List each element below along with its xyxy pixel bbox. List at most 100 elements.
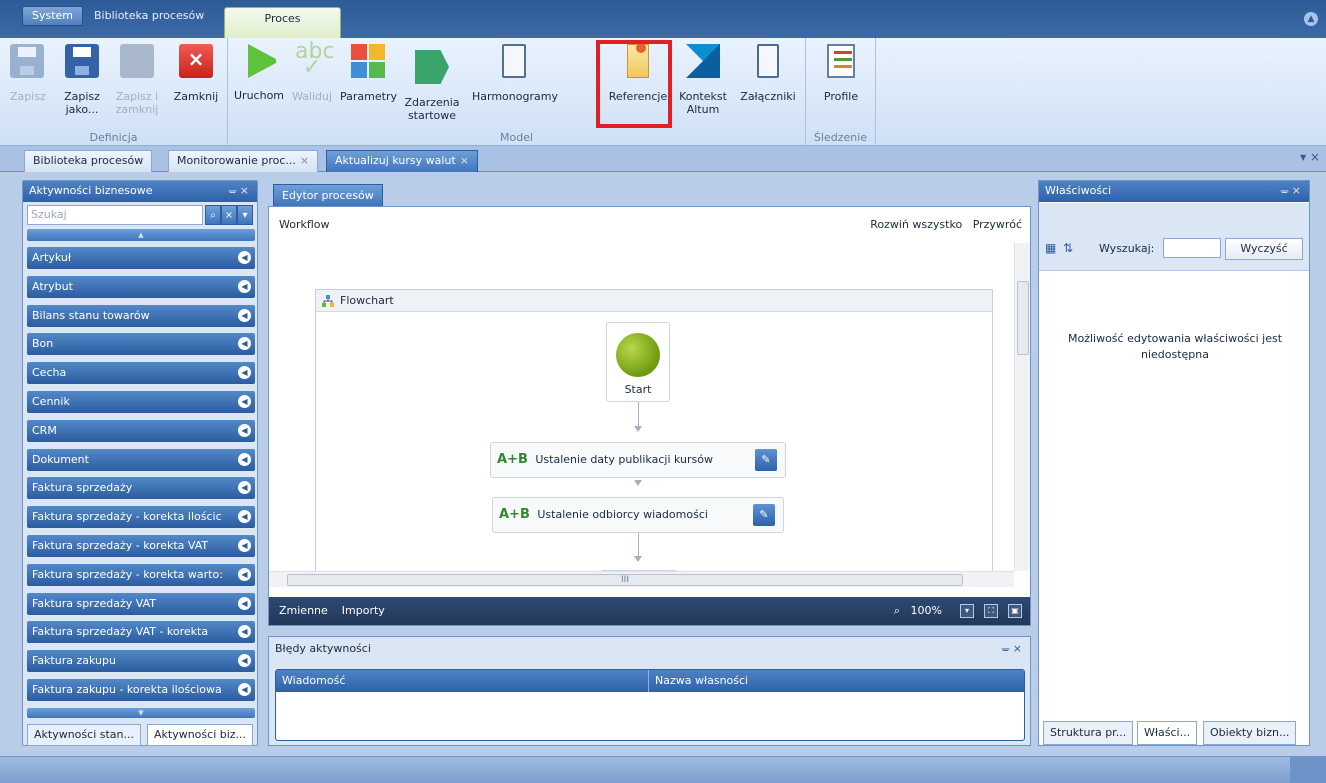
category-item[interactable]: Faktura zakupu ◀ [27,650,255,673]
attachments-button[interactable]: Załączniki [736,44,800,103]
save-close-icon [120,44,154,78]
category-item[interactable]: Cennik ◀ [27,391,255,413]
expand-arrow-icon[interactable]: ◀ [238,279,251,293]
expand-arrow-icon[interactable]: ◀ [238,567,251,581]
run-button[interactable]: Uruchom [234,44,284,102]
save-button[interactable]: Zapisz [10,44,46,103]
save-and-close-button[interactable]: Zapisz i zamknij [112,44,162,116]
expand-arrow-icon[interactable]: ◀ [238,251,251,264]
expand-arrow-icon[interactable]: ◀ [238,510,251,524]
close-tab-icon[interactable]: × [460,154,469,167]
category-item[interactable]: Faktura sprzedaży VAT - korekta ◀ [27,621,255,644]
tab-structure[interactable]: Struktura pr... [1043,721,1134,745]
category-item[interactable]: Atrybut ◀ [27,275,255,298]
pin-close-icon[interactable]: ᚚ × [1281,181,1301,201]
menu-process-tab[interactable]: Proces [224,7,341,38]
activity-node[interactable]: A+B Ustalenie odbiorcy wiadomości ✎ [492,497,784,533]
ribbon-group-model: Uruchom abc ✓ Waliduj Parametry Zdarzenia… [228,38,806,146]
category-item[interactable]: CRM ◀ [27,419,255,442]
category-item[interactable]: Bilans stanu towarów ◀ [27,304,255,327]
menu-library-tab[interactable]: Biblioteka procesów [86,7,212,27]
expand-arrow-icon[interactable]: ◀ [238,337,251,351]
category-item[interactable]: Faktura sprzedaży - korekta warto: ◀ [27,563,255,586]
category-item[interactable]: Faktura sprzedaży ◀ [27,477,255,500]
parameters-button[interactable]: Parametry [340,44,397,103]
tab-business-activities[interactable]: Aktywności biz... [147,724,254,746]
activity-node[interactable]: A+B Ustalenie daty publikacji kursów ✎ [490,442,786,478]
zoom-dropdown-icon[interactable]: ▾ [960,604,974,618]
tab-process-library[interactable]: Biblioteka procesów [24,150,153,172]
expand-arrow-icon[interactable]: ◀ [238,308,251,322]
pin-close-icon[interactable]: ᚚ × [229,181,249,201]
tab-business-objects[interactable]: Obiekty bizn... [1203,721,1297,745]
expand-arrow-icon[interactable]: ◀ [238,423,251,437]
tab-standard-activities[interactable]: Aktywności stan... [27,724,141,746]
expand-arrow-icon[interactable]: ◀ [238,683,251,696]
validate-button[interactable]: abc ✓ Waliduj [290,41,335,104]
start-events-button[interactable]: Zdarzenia startowe [398,44,466,122]
category-item[interactable]: Bon ◀ [27,333,255,356]
edit-pencil-icon[interactable]: ✎ [755,449,777,471]
search-input[interactable]: Szukaj [27,205,203,225]
column-message[interactable]: Wiadomość [282,670,345,692]
pin-close-icon[interactable]: ᚚ × [1002,637,1022,661]
activity-errors-panel: Błędy aktywności ᚚ × Wiadomość Nazwa wła… [268,636,1031,746]
horizontal-scrollbar[interactable]: III [269,571,1014,587]
tab-controls[interactable]: ▾ × [1300,150,1320,164]
expand-arrow-icon[interactable]: ◀ [238,654,251,668]
tab-properties[interactable]: Właści... [1137,721,1198,745]
search-icon[interactable]: ⌕ [205,205,221,225]
expand-arrow-icon[interactable]: ◀ [238,625,251,639]
scroll-down-icon[interactable]: ▼ [27,708,255,718]
variables-button[interactable]: Zmienne [279,604,328,617]
expand-arrow-icon[interactable]: ◀ [238,539,251,552]
altum-context-button[interactable]: Kontekst Altum [674,44,732,116]
schedules-button[interactable]: Harmonogramy [472,44,558,103]
zoom-magnifier-icon[interactable]: ⌕ [894,597,900,625]
clear-button[interactable]: Wyczyść [1225,238,1303,260]
tab-process-monitoring[interactable]: Monitorowanie proc... × [168,150,319,172]
category-item[interactable]: Faktura sprzedaży - korekta ilościc ◀ [27,506,255,529]
panel-header: Właściwości ᚚ × [1039,181,1309,202]
category-item[interactable]: Faktura zakupu - korekta ilościowa ◀ [27,679,255,701]
expand-arrow-icon[interactable]: ◀ [238,452,251,466]
category-item[interactable]: Faktura sprzedaży VAT ◀ [27,592,255,615]
scroll-up-icon[interactable]: ▲ [27,229,255,241]
edit-pencil-icon[interactable]: ✎ [753,504,775,526]
help-icon[interactable]: ▲ [1304,12,1318,26]
clear-search-icon[interactable]: × [221,205,237,225]
categorized-icon[interactable]: ▦ [1045,241,1056,255]
category-item[interactable]: Cecha ◀ [27,362,255,385]
category-item[interactable]: Dokument ◀ [27,448,255,471]
ribbon-group-definition: Zapisz Zapisz jako... Zapisz i zamknij ×… [0,38,228,146]
scroll-thumb[interactable] [1017,281,1029,355]
expand-arrow-icon[interactable]: ◀ [238,395,251,408]
restore-link[interactable]: Przywróć [973,218,1022,231]
properties-search-input[interactable] [1163,238,1221,258]
tab-update-exchange-rates[interactable]: Aktualizuj kursy walut × [326,150,478,172]
category-item[interactable]: Faktura sprzedaży - korekta VAT ◀ [27,535,255,557]
fit-to-screen-icon[interactable]: ⛶ [984,604,998,618]
profile-button[interactable]: Profile [814,44,868,103]
start-node[interactable]: Start [606,322,670,402]
vertical-scrollbar[interactable] [1014,243,1030,571]
overview-map-icon[interactable]: ▣ [1008,604,1022,618]
expand-all-link[interactable]: Rozwiń wszystko [870,218,962,231]
scroll-thumb[interactable]: III [287,574,963,586]
dropdown-icon[interactable]: ▾ [237,205,253,225]
editor-tab[interactable]: Edytor procesów [273,184,383,206]
expand-arrow-icon[interactable]: ◀ [238,366,251,380]
menu-system-tab[interactable]: System [22,6,84,26]
close-button[interactable]: × Zamknij [170,44,222,103]
close-icon: × [179,44,213,78]
resize-grip[interactable] [1290,757,1326,783]
column-property-name[interactable]: Nazwa własności [648,670,748,692]
category-item[interactable]: Artykuł ◀ [27,247,255,269]
sort-alpha-icon[interactable]: ⇅ [1063,241,1073,255]
altum-icon [686,44,720,78]
close-tab-icon[interactable]: × [300,154,309,167]
expand-arrow-icon[interactable]: ◀ [238,481,251,495]
expand-arrow-icon[interactable]: ◀ [238,596,251,610]
save-as-button[interactable]: Zapisz jako... [58,44,106,116]
imports-button[interactable]: Importy [342,604,385,617]
